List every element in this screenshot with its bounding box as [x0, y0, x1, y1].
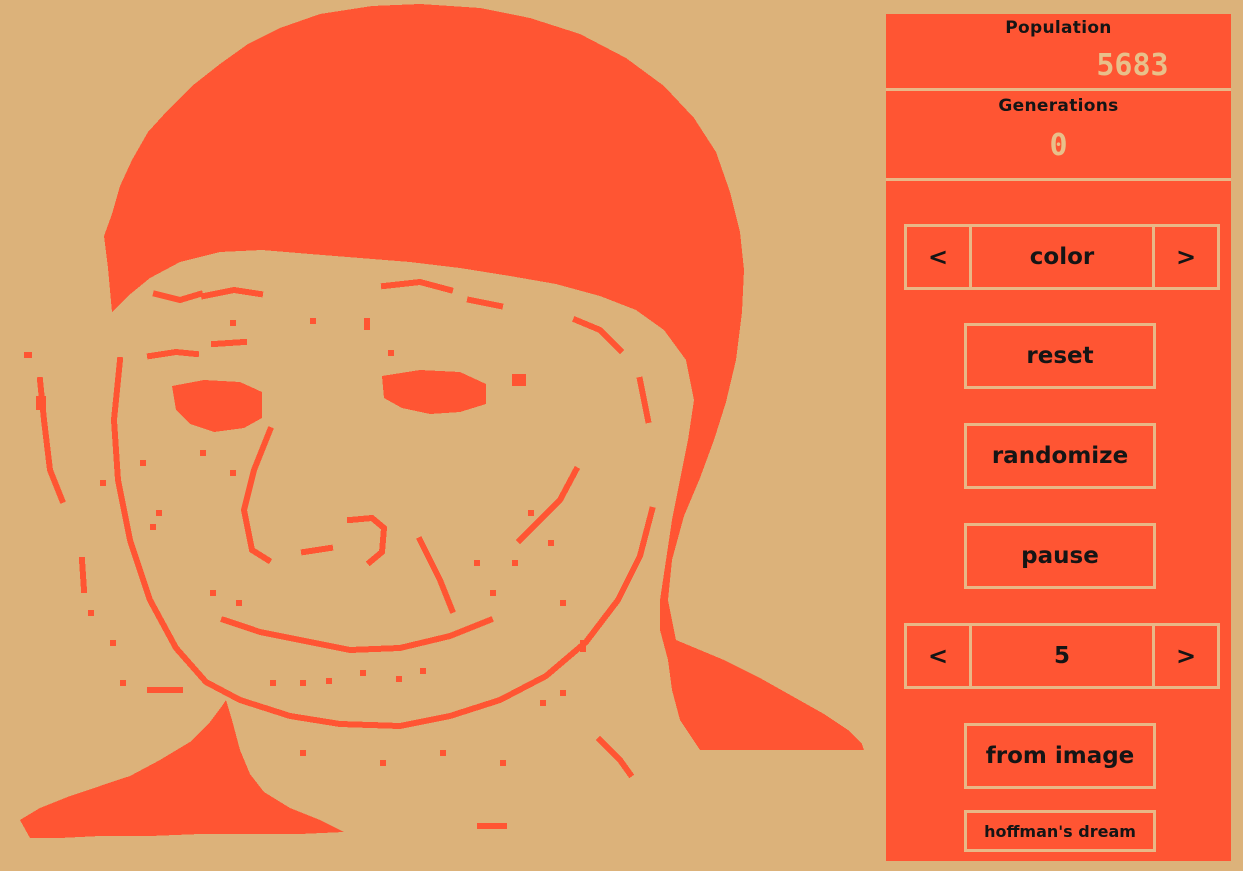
pixel-specks	[88, 318, 586, 766]
face-lines	[36, 278, 656, 829]
color-selector-value: color	[1029, 244, 1095, 270]
color-selector: < color >	[904, 224, 1220, 290]
grid-image	[20, 4, 864, 838]
color-next-button[interactable]: >	[1152, 227, 1217, 287]
generations-value: 0	[1049, 128, 1068, 163]
speed-prev-button[interactable]: <	[907, 626, 972, 686]
stats-divider-1	[886, 88, 1231, 91]
generations-label: Generations	[998, 96, 1119, 116]
speed-next-button[interactable]: >	[1152, 626, 1217, 686]
reset-button[interactable]: reset	[964, 323, 1156, 389]
speed-selector-value: 5	[1053, 643, 1070, 669]
control-panel: Population 5683 Generations 0 < color > …	[886, 14, 1231, 861]
population-label: Population	[1005, 18, 1112, 38]
population-value: 5683	[1096, 48, 1169, 83]
stats-divider-2	[886, 178, 1231, 181]
from-image-button[interactable]: from image	[964, 723, 1156, 789]
hat-shape	[104, 4, 864, 750]
speed-selector: < 5 >	[904, 623, 1220, 689]
life-grid-canvas[interactable]	[0, 0, 880, 871]
pause-button[interactable]: pause	[964, 523, 1156, 589]
color-prev-button[interactable]: <	[907, 227, 972, 287]
eye-shapes	[24, 352, 526, 432]
randomize-button[interactable]: randomize	[964, 423, 1156, 489]
hoffmans-dream-button[interactable]: hoffman's dream	[964, 810, 1156, 852]
shirt-shape	[20, 700, 344, 838]
